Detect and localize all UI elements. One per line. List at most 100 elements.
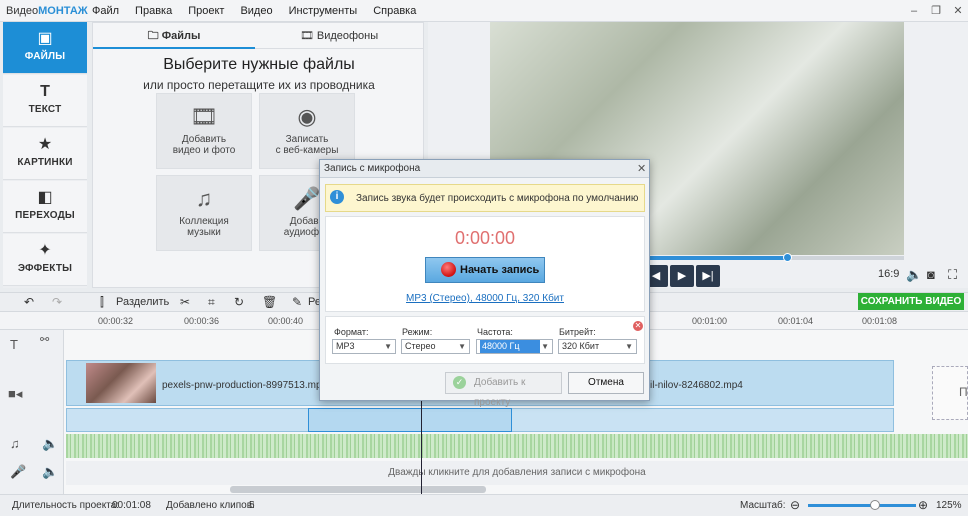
- split-icon: ⫿: [100, 295, 104, 309]
- nav-effects-label: ЭФФЕКТЫ: [17, 263, 73, 274]
- snapshot-icon[interactable]: ◙: [927, 267, 935, 282]
- frequency-label: Частота:: [477, 327, 513, 337]
- film-reel-icon: 🎞: [190, 104, 218, 129]
- speaker-icon[interactable]: 🔈: [42, 464, 58, 480]
- menu-tools[interactable]: Инструменты: [289, 5, 358, 17]
- tile-label: с веб-камеры: [275, 145, 339, 156]
- mic-track-icon: 🎤: [10, 464, 27, 479]
- tile-label: Добавить: [181, 134, 227, 145]
- music-notes-icon: ♫: [195, 186, 213, 211]
- tile-label: музыки: [187, 227, 221, 238]
- volume-icon[interactable]: 🔈: [906, 267, 922, 283]
- redo-icon[interactable]: ↷: [52, 295, 62, 309]
- format-label: Формат:: [334, 327, 369, 337]
- film-icon: 🎞: [299, 30, 317, 42]
- edit-icon[interactable]: ✎: [292, 295, 302, 309]
- nav-transitions[interactable]: ◧ ПЕРЕХОДЫ: [3, 181, 87, 233]
- nav-stickers[interactable]: ★ КАРТИНКИ: [3, 128, 87, 180]
- save-video-button[interactable]: СОХРАНИТЬ ВИДЕО: [858, 293, 964, 310]
- placeholder-label: П: [959, 385, 968, 399]
- format-select[interactable]: MP3 ▼: [332, 339, 396, 354]
- app-logo: ВидеоМОНТАЖ: [6, 4, 88, 17]
- drop-placeholder[interactable]: П: [932, 366, 968, 420]
- zoom-slider[interactable]: [808, 504, 916, 507]
- chevron-down-icon: ▼: [458, 342, 466, 351]
- split-button[interactable]: Разделить: [116, 296, 169, 308]
- duration-label: Длительность проекта:: [12, 500, 119, 511]
- menu-file[interactable]: Файл: [92, 5, 119, 17]
- cut-icon[interactable]: ✂: [180, 295, 190, 309]
- nav-text[interactable]: T ТЕКСТ: [3, 75, 87, 127]
- fullscreen-icon[interactable]: ⛶: [948, 267, 957, 283]
- mic-track[interactable]: Дважды кликните для добавления записи с …: [66, 461, 968, 485]
- music-track[interactable]: [66, 434, 968, 458]
- ruler-tick: 00:01:08: [862, 316, 898, 326]
- nav-files[interactable]: ▣ ФАЙЛЫ: [3, 22, 87, 74]
- tile-label: Записать: [285, 134, 329, 145]
- music-note-icon: ♫: [10, 436, 20, 451]
- delete-icon[interactable]: 🗑: [262, 295, 277, 309]
- add-video-photo-button[interactable]: 🎞 Добавить видео и фото: [156, 93, 252, 169]
- mode-select[interactable]: Стерео ▼: [401, 339, 470, 354]
- zoom-value: 125%: [936, 500, 962, 511]
- close-settings-icon[interactable]: ✕: [633, 321, 643, 331]
- check-icon: ✓: [453, 376, 466, 389]
- zoom-out-icon[interactable]: ⊖: [790, 498, 800, 512]
- image-icon: ▣: [37, 30, 53, 47]
- ruler-tick: 00:00:36: [184, 316, 220, 326]
- rotate-icon[interactable]: ↻: [234, 295, 244, 309]
- menu-project[interactable]: Проект: [188, 5, 224, 17]
- tile-label: Коллекция: [179, 216, 229, 227]
- close-icon[interactable]: ✕: [637, 162, 646, 175]
- menu-edit[interactable]: Правка: [135, 5, 172, 17]
- music-collection-button[interactable]: ♫ Коллекция музыки: [156, 175, 252, 251]
- left-nav: ▣ ФАЙЛЫ T ТЕКСТ ★ КАРТИНКИ ◧ ПЕРЕХОДЫ ✦ …: [3, 22, 87, 288]
- undo-icon[interactable]: ↶: [24, 295, 34, 309]
- frequency-select[interactable]: 48000 Гц ▼: [476, 339, 553, 354]
- frequency-value: 48000 Гц: [480, 340, 540, 353]
- zoom-slider-handle[interactable]: [870, 500, 880, 510]
- aspect-ratio[interactable]: 16:9: [878, 268, 899, 280]
- nav-effects[interactable]: ✦ ЭФФЕКТЫ: [3, 234, 87, 286]
- zoom-in-icon[interactable]: ⊕: [918, 498, 928, 512]
- play-icon[interactable]: ▶: [670, 265, 694, 287]
- tab-files[interactable]: 🗀 Файлы: [93, 23, 255, 49]
- maximize-icon[interactable]: ❐: [928, 3, 944, 19]
- crop-icon[interactable]: ⌗: [208, 295, 215, 310]
- format-settings-link[interactable]: MP3 (Стерео), 48000 Гц, 320 Кбит: [325, 293, 645, 304]
- skip-forward-icon[interactable]: ▶|: [696, 265, 720, 287]
- webcam-icon: ◉: [297, 104, 317, 129]
- cancel-button[interactable]: Отмена: [568, 372, 644, 394]
- format-value: MP3: [336, 341, 355, 351]
- speaker-icon[interactable]: 🔈: [42, 436, 58, 452]
- minimize-icon[interactable]: –: [906, 3, 922, 19]
- menu-video[interactable]: Видео: [240, 5, 272, 17]
- star-icon: ★: [37, 136, 53, 153]
- dialog-title: Запись с микрофона: [320, 160, 649, 178]
- bitrate-select[interactable]: 320 Кбит ▼: [558, 339, 637, 354]
- timeline-scrollbar[interactable]: [230, 486, 486, 493]
- zoom-label: Масштаб:: [740, 500, 786, 511]
- bitrate-value: 320 Кбит: [562, 341, 600, 351]
- mode-label: Режим:: [402, 327, 433, 337]
- nav-transitions-label: ПЕРЕХОДЫ: [15, 210, 75, 221]
- ruler-tick: 00:01:04: [778, 316, 814, 326]
- record-webcam-button[interactable]: ◉ Записать с веб-камеры: [259, 93, 355, 169]
- link-icon[interactable]: ⚯: [40, 333, 49, 346]
- transitions-icon: ◧: [37, 189, 53, 206]
- clip-name: il-nilov-8246802.mp4: [650, 380, 743, 391]
- files-subheading: или просто перетащите их из проводника: [143, 78, 375, 92]
- tab-video-backgrounds[interactable]: 🎞 Видеофоны: [255, 23, 423, 49]
- menu-bar: ВидеоМОНТАЖ Файл Правка Проект Видео Инс…: [0, 0, 968, 22]
- menu-help[interactable]: Справка: [373, 5, 416, 17]
- nav-text-label: ТЕКСТ: [28, 104, 62, 115]
- info-icon: i: [330, 190, 344, 204]
- tab-video-backgrounds-label: Видеофоны: [316, 30, 379, 42]
- mode-value: Стерео: [405, 341, 436, 351]
- playback-progress-handle[interactable]: [783, 253, 793, 262]
- magic-wand-icon: ✦: [38, 242, 52, 259]
- clips-label: Добавлено клипов:: [166, 500, 255, 511]
- video-camera-icon: ■◂: [8, 386, 23, 401]
- window-close-icon[interactable]: ✕: [950, 3, 966, 19]
- nav-stickers-label: КАРТИНКИ: [17, 157, 73, 168]
